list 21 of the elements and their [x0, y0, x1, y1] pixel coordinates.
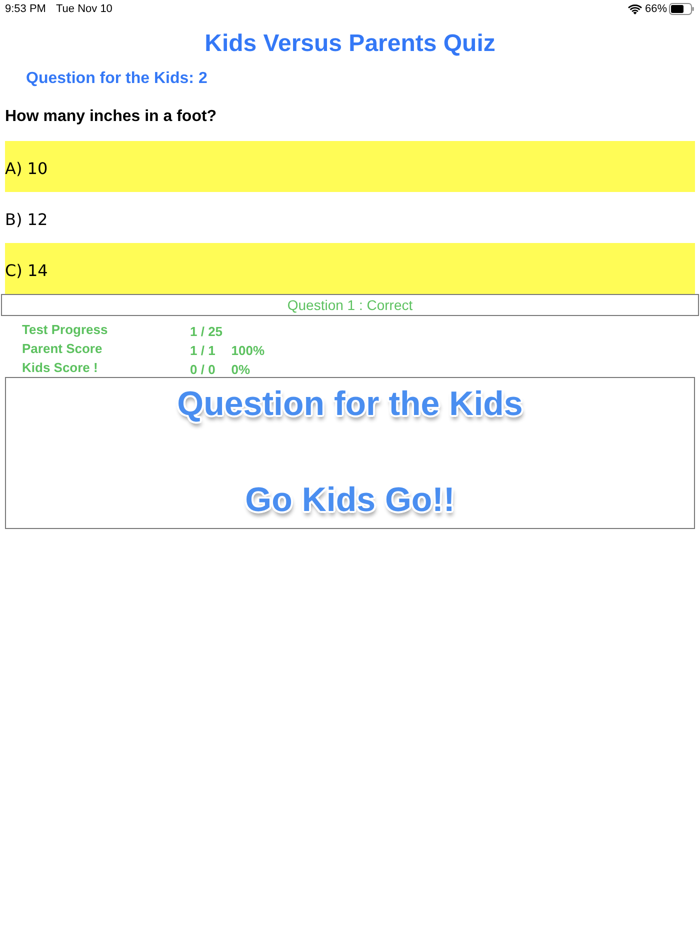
stat-value: 1 / 25 [190, 324, 223, 339]
question-text: How many inches in a foot? [5, 107, 217, 127]
stat-value: 0% [231, 362, 250, 377]
question-header: Question for the Kids: 2 [26, 69, 208, 89]
battery-icon [669, 3, 694, 15]
answer-option[interactable]: A) 10 [5, 141, 695, 192]
answer-option[interactable]: C) 14 [5, 243, 695, 294]
stat-value: 100% [231, 343, 265, 358]
banner-text: Question for the Kids [177, 384, 523, 424]
stat-label: Test Progress [22, 321, 109, 339]
stat-value: 0 / 0 [190, 362, 216, 377]
status-date: Tue Nov 10 [56, 3, 112, 15]
result-text: Question 1 : Correct [287, 297, 413, 313]
battery-percent: 66% [644, 3, 667, 15]
stat-value: 1 / 1 [190, 343, 216, 358]
banner-text: Go Kids Go!! [245, 480, 455, 520]
status-time: 9:53 PM [5, 3, 46, 15]
stat-label: Parent Score [22, 340, 104, 358]
wifi-icon [628, 4, 642, 14]
stat-label: Kids Score ! [22, 359, 99, 377]
app-title: Kids Versus Parents Quiz [204, 30, 496, 58]
